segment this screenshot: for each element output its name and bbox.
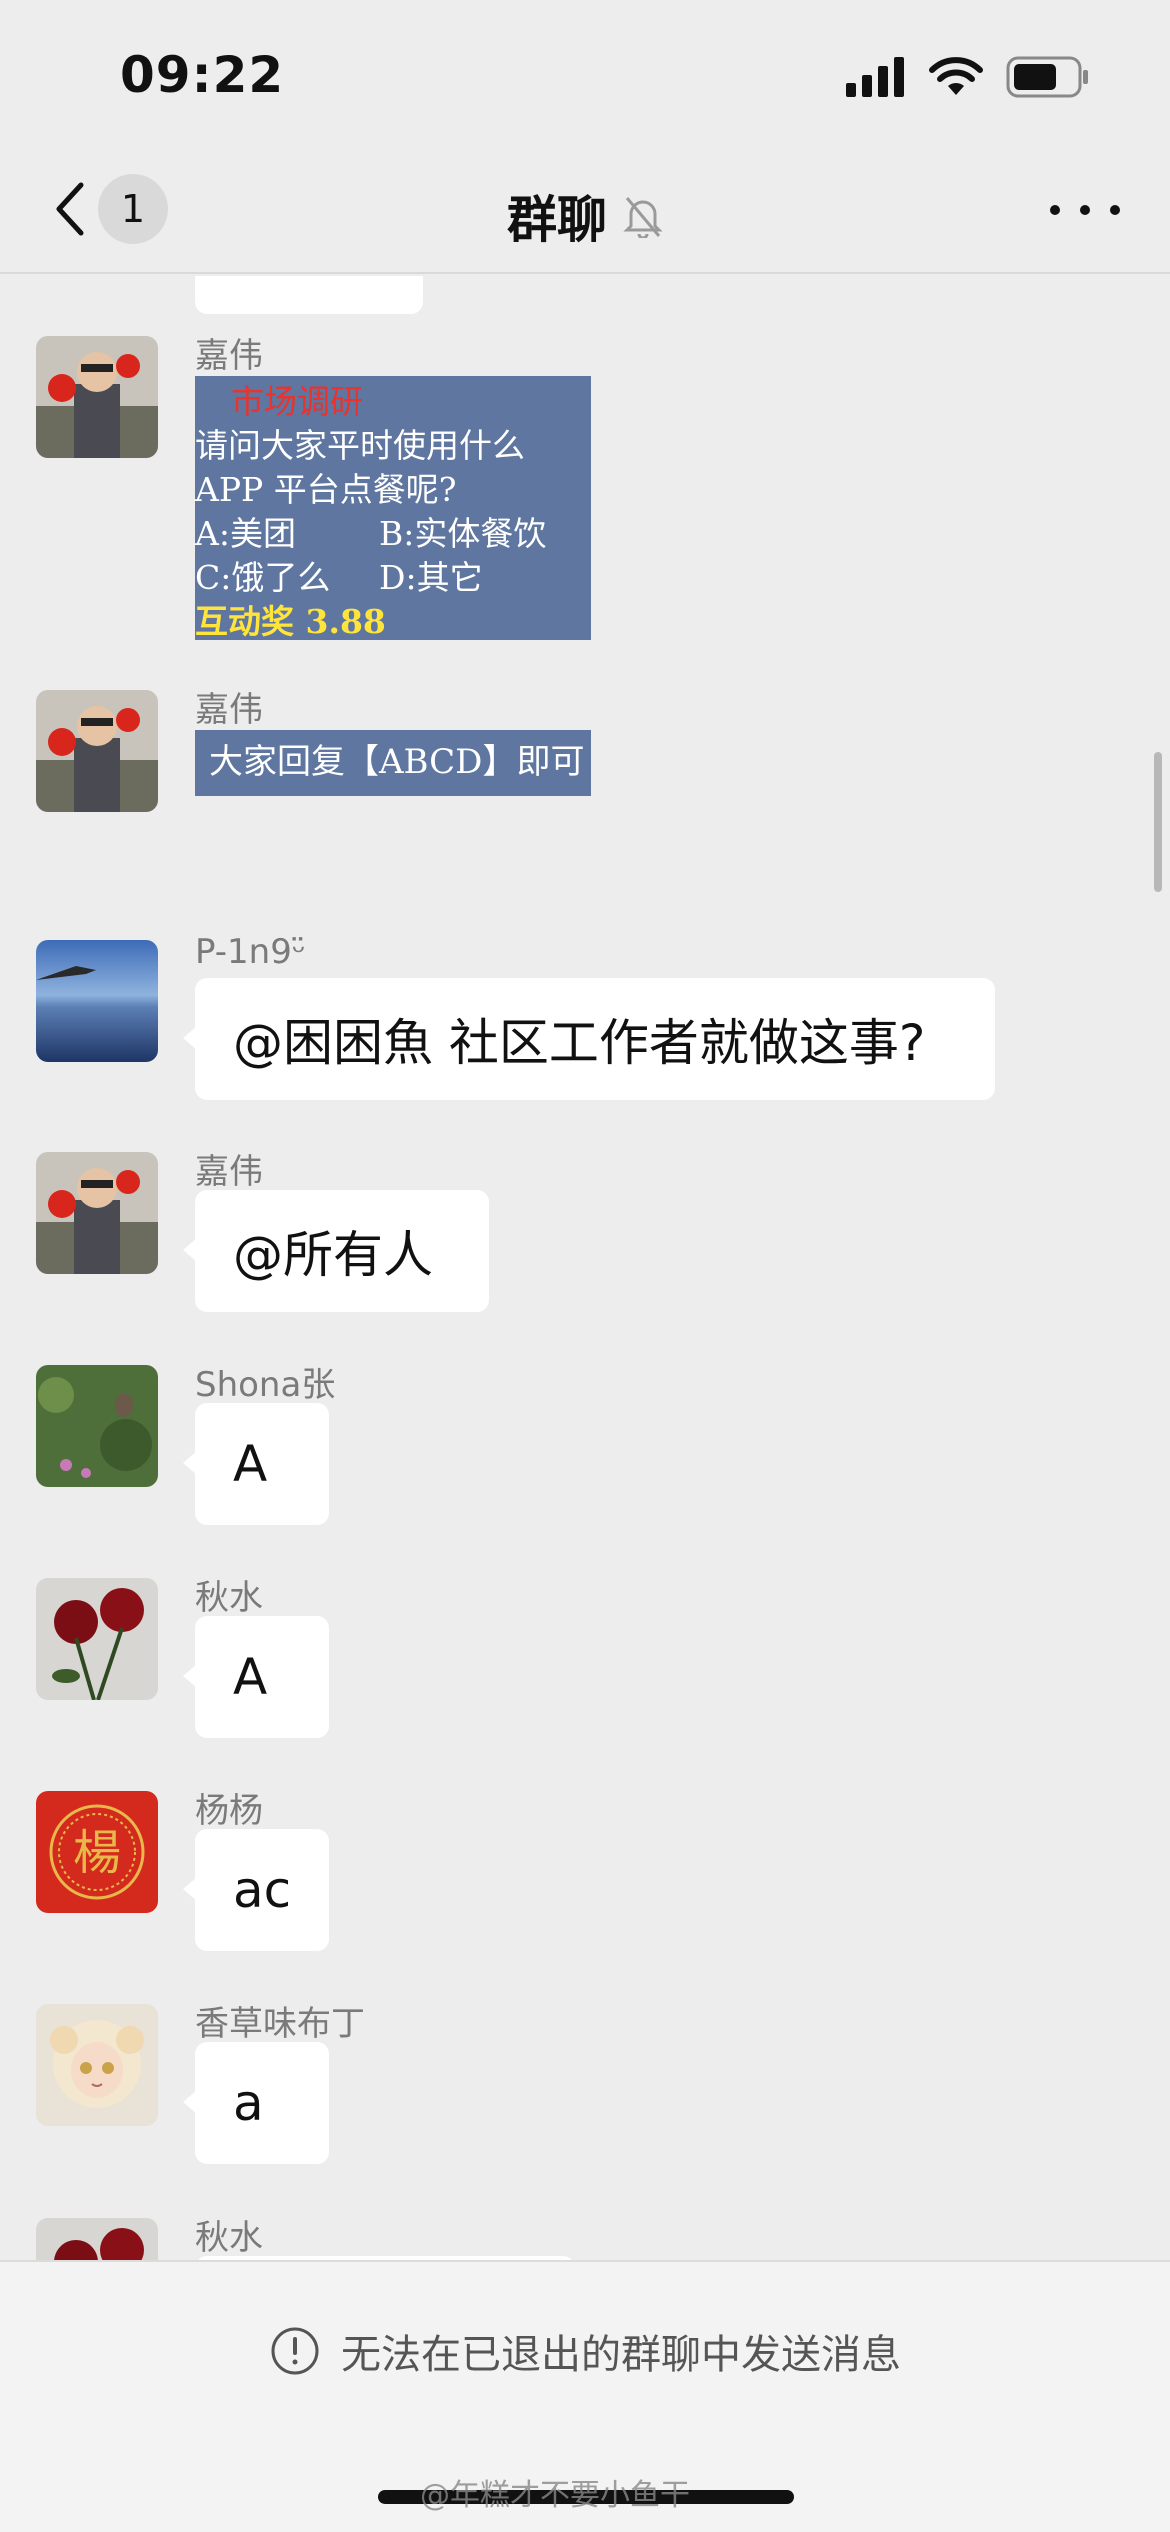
card-line: 请问大家平时使用什么 — [195, 426, 525, 465]
sender-name: 香草味布丁 — [195, 2004, 365, 2044]
avatar[interactable] — [36, 336, 158, 458]
more-dot — [1080, 205, 1090, 215]
avatar[interactable] — [36, 940, 158, 1062]
avatar-image-icon — [36, 1152, 158, 1274]
notice-text: 无法在已退出的群聊中发送消息 — [341, 2332, 901, 2378]
more-dot — [1050, 205, 1060, 215]
partial-message-bubble[interactable] — [195, 276, 423, 314]
message-bubble[interactable]: a — [183, 2042, 329, 2164]
avatar-image-icon — [36, 1365, 158, 1487]
sender-name: 嘉伟 — [195, 336, 263, 376]
message-bubble[interactable]: @困困魚 社区工作者就做这事? — [183, 978, 995, 1100]
sender-name: 杨杨 — [195, 1791, 263, 1831]
sender-name: 秋水 — [195, 2218, 263, 2258]
message-bubble[interactable]: A — [183, 1616, 329, 1738]
sender-name: 嘉伟 — [195, 1152, 263, 1192]
avatar[interactable] — [36, 2004, 158, 2126]
option-c: C:饿了么 — [195, 558, 331, 597]
card-line: APP 平台点餐呢? — [195, 470, 457, 509]
avatar-image-icon — [36, 336, 158, 458]
exited-notice: 无法在已退出的群聊中发送消息 — [0, 2322, 1170, 2380]
image-message-reply-hint[interactable]: 大家回复【ABCD】即可 — [195, 730, 591, 796]
svg-text:楊: 楊 — [73, 1825, 121, 1881]
sender-name: Shona张 — [195, 1365, 336, 1405]
avatar-image-icon — [36, 2218, 158, 2260]
status-bar: 09:22 — [0, 0, 1170, 150]
message-bubble[interactable]: A — [183, 1403, 329, 1525]
chat-title: 群聊 — [507, 191, 607, 249]
card-text: 大家回复【ABCD】即可 — [209, 742, 585, 782]
card-title: 市场调研 — [231, 382, 363, 421]
option-a: A:美团 — [195, 514, 296, 553]
watermark: @年糕才不要小鱼干 — [420, 2478, 690, 2513]
cartoon-avatar-icon — [36, 2004, 158, 2126]
option-b: B:实体餐饮 — [379, 514, 547, 553]
footer: 无法在已退出的群聊中发送消息 @年糕才不要小鱼干 — [0, 2260, 1170, 2532]
avatar[interactable] — [36, 690, 158, 812]
option-d: D:其它 — [379, 558, 483, 597]
avatar-image-icon — [36, 1578, 158, 1700]
avatar-image-icon — [36, 690, 158, 812]
status-icons — [846, 56, 1090, 98]
card-reward: 互动奖 3.88 — [195, 602, 386, 641]
sender-name: P-1n9ᵕ̈ — [195, 932, 306, 972]
card-options-row: C:饿了么 D:其它 — [195, 556, 591, 600]
avatar[interactable] — [36, 1152, 158, 1274]
avatar[interactable]: 楊 — [36, 1791, 158, 1913]
chat-header: 1 群聊 — [0, 150, 1170, 274]
scrollbar[interactable] — [1154, 752, 1162, 892]
mute-bell-icon — [623, 197, 663, 238]
seal-avatar-icon: 楊 — [36, 1791, 158, 1913]
sender-name: 秋水 — [195, 1578, 263, 1618]
message-bubble[interactable]: @所有人 — [183, 1190, 489, 1312]
wifi-icon — [929, 57, 983, 95]
message-bubble[interactable]: ac — [183, 1829, 329, 1951]
image-message-survey[interactable]: 市场调研 请问大家平时使用什么 APP 平台点餐呢? A:美团 B:实体餐饮 C:… — [195, 376, 591, 641]
status-time: 09:22 — [120, 46, 285, 104]
avatar-image-icon — [36, 940, 158, 1062]
card-options-row: A:美团 B:实体餐饮 — [195, 512, 591, 556]
chat-list[interactable]: 嘉伟 市场调研 请问大家平时使用什么 APP 平台点餐呢? A:美团 B:实体餐饮… — [0, 276, 1170, 2260]
avatar[interactable] — [36, 1578, 158, 1700]
avatar[interactable] — [36, 1365, 158, 1487]
more-button[interactable] — [1050, 190, 1120, 230]
battery-icon — [1006, 56, 1088, 98]
title-wrap: 群聊 — [0, 180, 1170, 252]
more-dot — [1110, 205, 1120, 215]
signal-icon — [846, 57, 904, 97]
info-icon — [271, 2327, 319, 2375]
avatar[interactable] — [36, 2218, 158, 2260]
sender-name: 嘉伟 — [195, 690, 263, 730]
